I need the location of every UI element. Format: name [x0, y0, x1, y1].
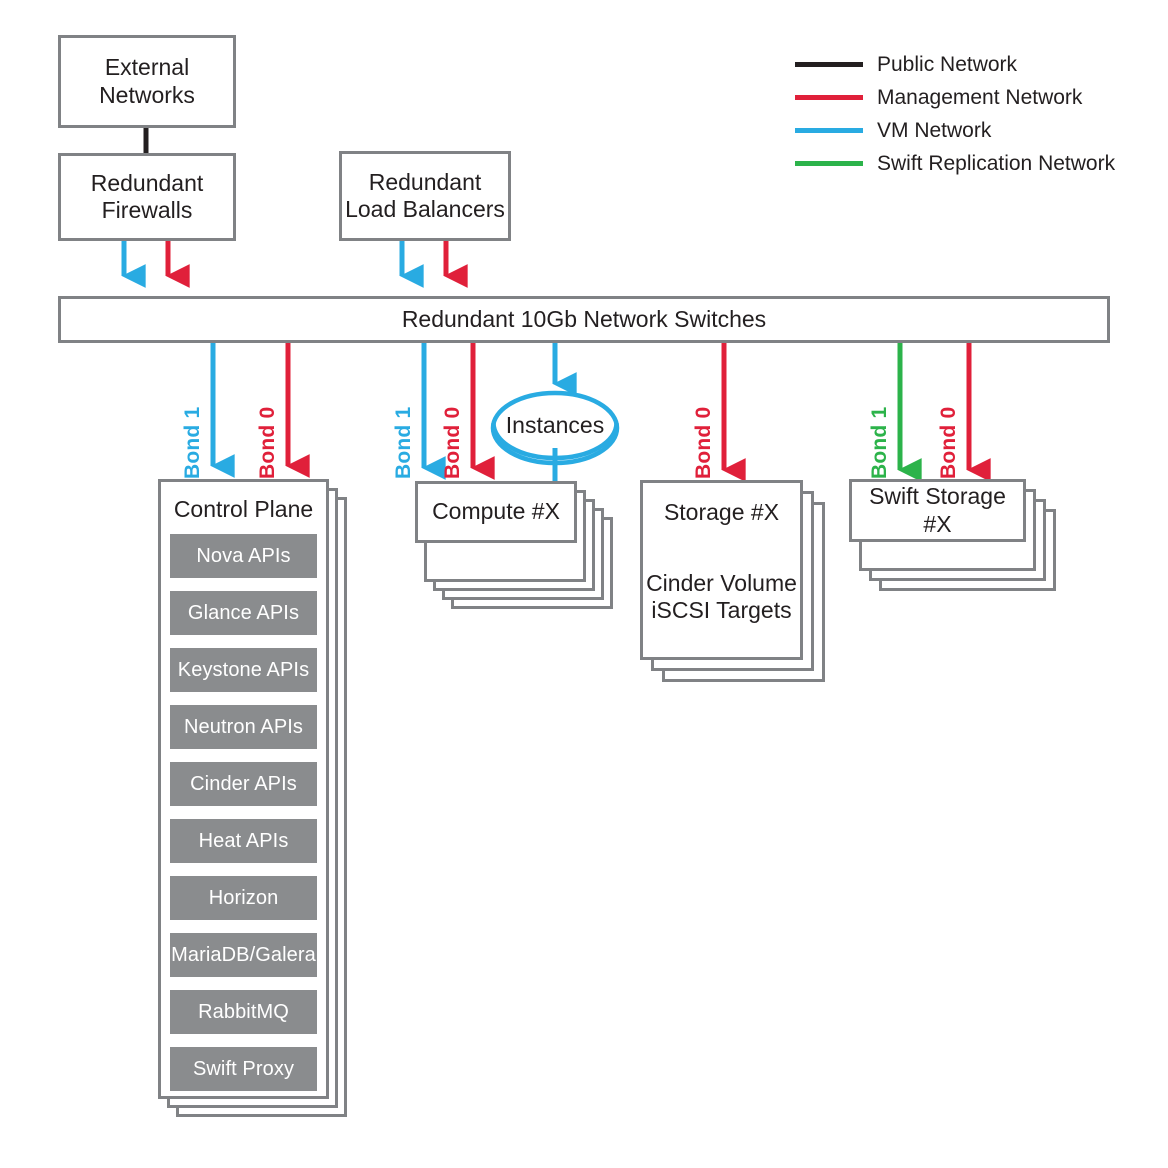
external-networks-line1: External: [104, 54, 190, 81]
node-network-switches[interactable]: Redundant 10Gb Network Switches: [58, 296, 1110, 343]
control-plane-service-nova[interactable]: Nova APIs: [170, 534, 317, 578]
legend-swatch-public-network: [795, 62, 863, 67]
compute-title: Compute #X: [432, 498, 560, 525]
legend-item-vm-network: VM Network: [795, 114, 1125, 147]
network-switches-label: Redundant 10Gb Network Switches: [401, 306, 767, 332]
control-plane-service-keystone[interactable]: Keystone APIs: [170, 648, 317, 692]
storage-title: Storage #X: [663, 499, 780, 525]
control-plane-service-heat[interactable]: Heat APIs: [170, 819, 317, 863]
legend-swatch-vm-network: [795, 128, 863, 133]
control-plane-service-swift-proxy[interactable]: Swift Proxy: [170, 1047, 317, 1091]
redundant-firewalls-line1: Redundant: [90, 169, 204, 196]
node-external-networks[interactable]: External Networks: [58, 35, 236, 128]
legend-label-vm-network: VM Network: [877, 118, 992, 142]
control-plane-service-rabbitmq[interactable]: RabbitMQ: [170, 990, 317, 1034]
control-plane-service-cinder[interactable]: Cinder APIs: [170, 762, 317, 806]
node-redundant-firewalls[interactable]: Redundant Firewalls: [58, 153, 236, 241]
legend-swatch-management-network: [795, 95, 863, 100]
legend-item-swift-replication-network: Swift Replication Network: [795, 147, 1125, 180]
control-plane-service-neutron[interactable]: Neutron APIs: [170, 705, 317, 749]
legend: Public Network Management Network VM Net…: [795, 48, 1125, 180]
control-plane-title: Control Plane: [173, 496, 314, 522]
legend-item-public-network: Public Network: [795, 48, 1125, 81]
storage-line1: Cinder Volume: [646, 570, 797, 597]
legend-swatch-swift-replication-network: [795, 161, 863, 166]
bond-label-swift-bond0: Bond 0: [937, 406, 960, 479]
control-plane-service-glance[interactable]: Glance APIs: [170, 591, 317, 635]
legend-label-public-network: Public Network: [877, 52, 1018, 76]
bond-label-control-plane-bond0: Bond 0: [256, 406, 279, 479]
redundant-load-balancers-line2: Load Balancers: [345, 196, 505, 222]
legend-label-management-network: Management Network: [877, 85, 1083, 109]
control-plane-service-mariadb-galera[interactable]: MariaDB/Galera: [170, 933, 317, 977]
control-plane-service-horizon[interactable]: Horizon: [170, 876, 317, 920]
bond-label-storage-bond0: Bond 0: [692, 406, 715, 479]
redundant-load-balancers-line1: Redundant: [368, 168, 482, 195]
external-networks-line2: Networks: [99, 81, 195, 108]
compute-front-sheet: Compute #X: [415, 481, 577, 543]
swift-storage-front-sheet: Swift Storage #X: [849, 479, 1026, 542]
redundant-firewalls-line2: Firewalls: [101, 197, 193, 223]
node-redundant-load-balancers[interactable]: Redundant Load Balancers: [339, 151, 511, 241]
legend-label-swift-replication-network: Swift Replication Network: [877, 151, 1116, 175]
bond-label-compute-bond0: Bond 0: [441, 406, 464, 479]
legend-item-management-network: Management Network: [795, 81, 1125, 114]
bond-label-control-plane-bond1: Bond 1: [181, 406, 204, 479]
storage-front-sheet: Storage #X Cinder Volume iSCSI Targets: [640, 480, 803, 660]
storage-line2: iSCSI Targets: [651, 597, 792, 624]
swift-storage-title: Swift Storage #X: [869, 483, 1006, 537]
network-architecture-diagram: External Networks Redundant Firewalls Re…: [0, 0, 1168, 1168]
instances-label: Instances: [505, 412, 605, 438]
bond-label-swift-bond1: Bond 1: [868, 406, 891, 479]
bond-label-compute-bond1: Bond 1: [392, 406, 415, 479]
